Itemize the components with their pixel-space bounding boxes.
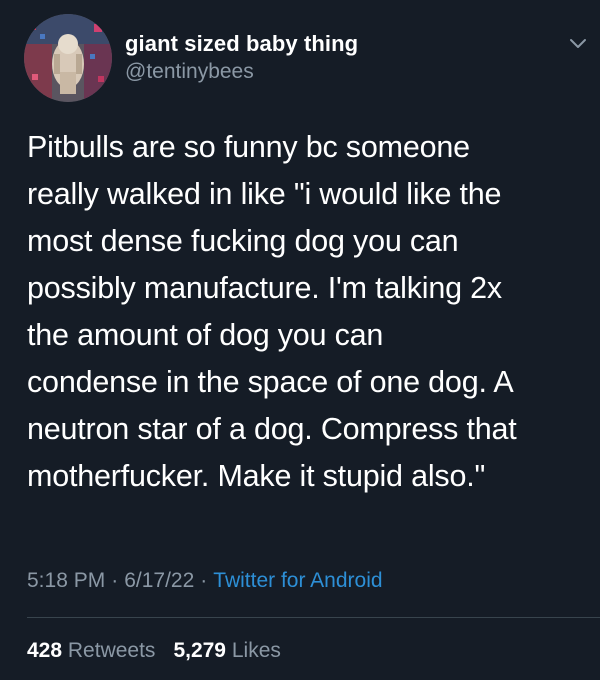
tweet-text-line: possibly manufacture. I'm talking 2x	[27, 271, 502, 305]
meta-separator: ·	[111, 569, 119, 592]
likes-stat[interactable]: 5,279 Likes	[173, 639, 280, 662]
retweets-count: 428	[27, 639, 63, 662]
tweet-text: Pitbulls are so funny bc someone really …	[27, 124, 587, 500]
retweets-label: Retweets	[67, 639, 156, 662]
tweet-stats: 428 Retweets 5,279 Likes	[27, 636, 281, 666]
tweet-date[interactable]: 6/17/22	[124, 569, 194, 592]
retweets-stat[interactable]: 428 Retweets	[27, 639, 155, 662]
tweet-meta: 5:18 PM · 6/17/22 · Twitter for Android	[27, 566, 383, 596]
tweet-source-link[interactable]: Twitter for Android	[213, 569, 382, 592]
user-handle[interactable]: @tentinybees	[125, 58, 358, 86]
avatar[interactable]	[24, 14, 112, 102]
tweet-text-line: motherfucker. Make it stupid also."	[27, 459, 486, 493]
display-name[interactable]: giant sized baby thing	[125, 30, 358, 58]
likes-count: 5,279	[173, 639, 226, 662]
meta-separator: ·	[200, 569, 208, 592]
tweet-time[interactable]: 5:18 PM	[27, 569, 105, 592]
tweet-header: giant sized baby thing @tentinybees	[24, 14, 586, 104]
tweet-text-line: neutron star of a dog. Compress that	[27, 412, 517, 446]
user-names: giant sized baby thing @tentinybees	[125, 30, 358, 86]
chevron-down-icon[interactable]	[567, 32, 589, 54]
avatar-image	[24, 14, 112, 102]
tweet-text-line: really walked in like "i would like the	[27, 177, 502, 211]
tweet-text-line: the amount of dog you can	[27, 318, 384, 352]
tweet-text-line: Pitbulls are so funny bc someone	[27, 130, 470, 164]
tweet-text-line: condense in the space of one dog. A	[27, 365, 514, 399]
divider	[27, 617, 600, 618]
likes-label: Likes	[231, 639, 281, 662]
tweet-text-line: most dense fucking dog you can	[27, 224, 459, 258]
tweet-card: giant sized baby thing @tentinybees Pitb…	[0, 0, 600, 680]
